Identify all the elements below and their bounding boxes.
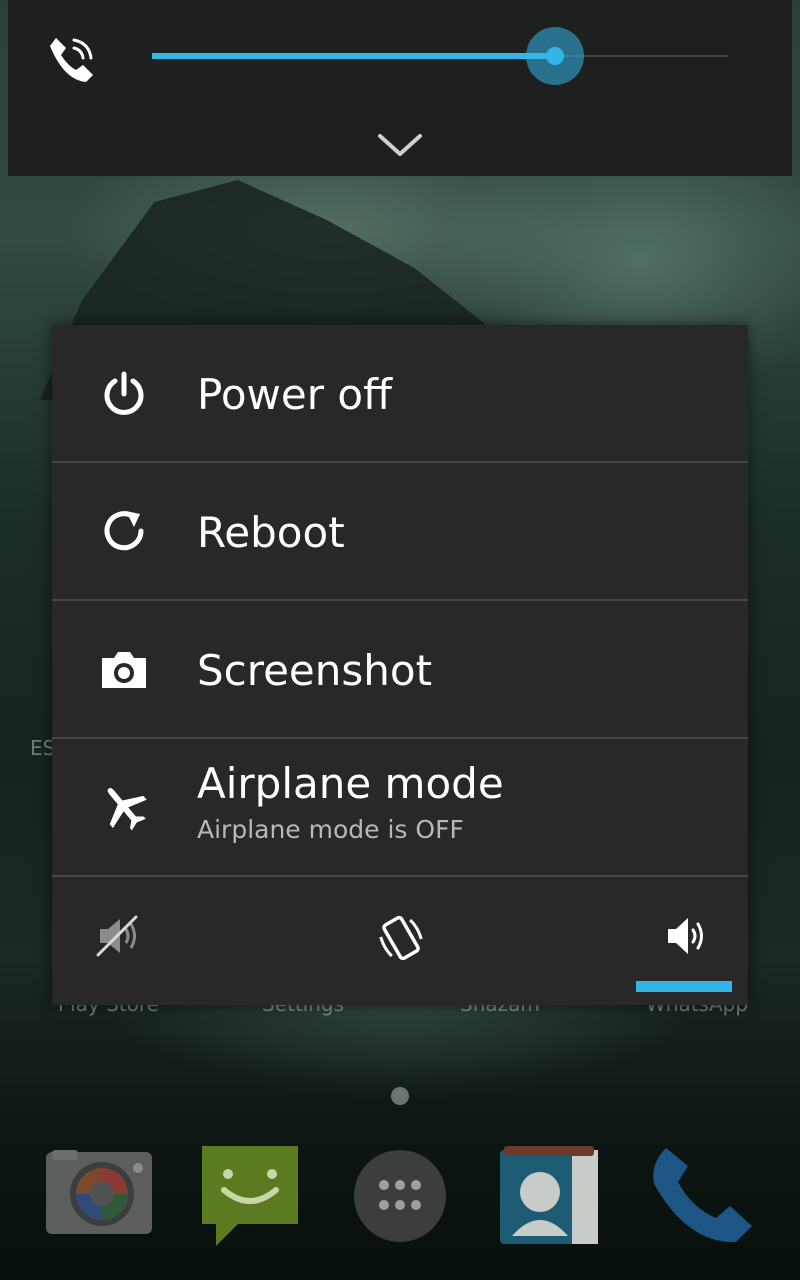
messaging-app-icon[interactable] xyxy=(198,1142,302,1252)
menu-item-label: Airplane mode xyxy=(197,759,504,808)
chevron-down-icon[interactable] xyxy=(372,126,428,162)
menu-item-screenshot[interactable]: Screenshot xyxy=(52,601,748,737)
volume-on-icon xyxy=(668,918,703,954)
phone-app-icon[interactable] xyxy=(648,1144,754,1248)
power-menu-dialog: Power off Reboot Screenshot Airplane mod… xyxy=(52,325,748,1005)
phone-in-call-icon[interactable] xyxy=(46,32,98,84)
sound-mode-vibrate-button[interactable] xyxy=(284,878,516,1005)
menu-item-reboot[interactable]: Reboot xyxy=(52,463,748,599)
menu-item-power-off[interactable]: Power off xyxy=(52,325,748,461)
volume-muted-icon xyxy=(96,915,138,957)
power-icon xyxy=(104,371,144,415)
contacts-app-icon[interactable] xyxy=(500,1146,600,1250)
vibrate-icon xyxy=(379,915,423,961)
menu-item-label: Screenshot xyxy=(197,646,433,695)
app-drawer-icon[interactable] xyxy=(352,1148,448,1248)
sound-mode-selected-indicator xyxy=(636,981,732,992)
camera-app-icon[interactable] xyxy=(46,1150,154,1240)
menu-item-label: Reboot xyxy=(197,508,345,557)
airplane-icon xyxy=(107,787,147,831)
reboot-icon xyxy=(104,511,144,551)
menu-item-label: Power off xyxy=(197,370,392,419)
camera-icon xyxy=(102,652,146,688)
menu-item-sublabel: Airplane mode is OFF xyxy=(197,815,464,844)
sound-mode-silent-button[interactable] xyxy=(52,878,284,1005)
page-indicator-dot xyxy=(391,1087,409,1105)
volume-slider-fill xyxy=(152,53,561,59)
menu-item-airplane-mode[interactable]: Airplane mode Airplane mode is OFF xyxy=(52,739,748,875)
volume-slider-thumb[interactable] xyxy=(546,47,564,65)
volume-slider[interactable] xyxy=(152,53,728,59)
divider xyxy=(52,875,748,877)
